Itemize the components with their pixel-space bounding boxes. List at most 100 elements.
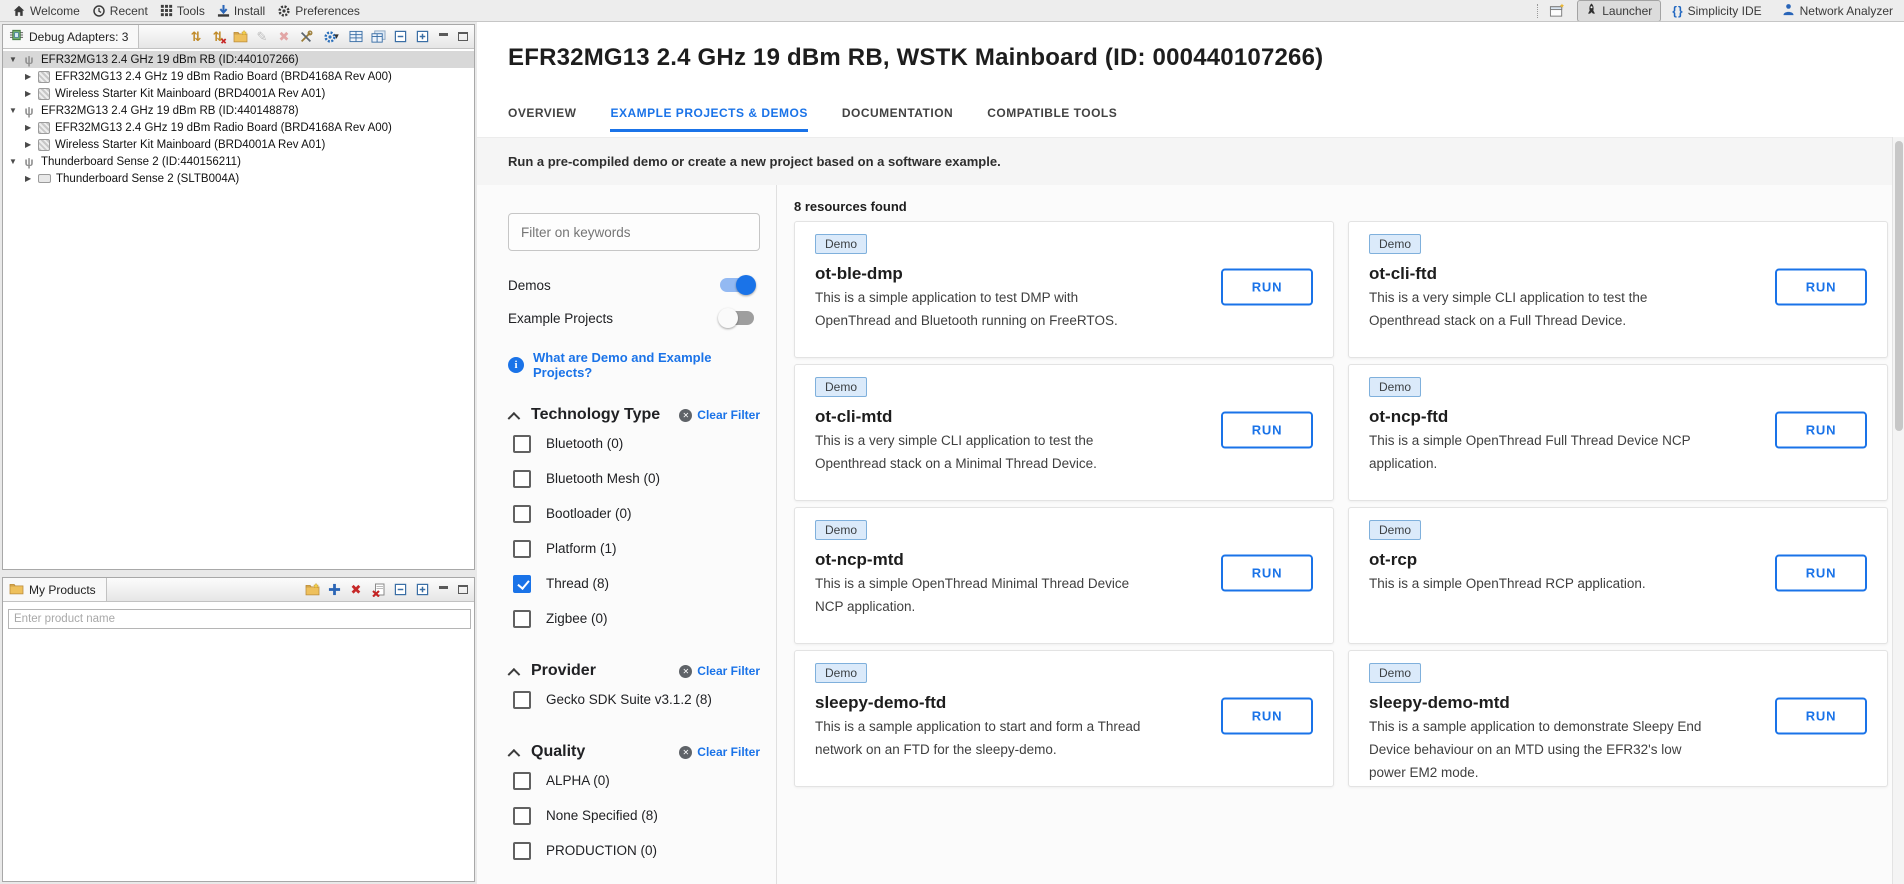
run-button[interactable]: RUN <box>1775 697 1867 734</box>
tree-row[interactable]: ▶ EFR32MG13 2.4 GHz 19 dBm Radio Board (… <box>3 119 474 136</box>
perspective-launcher[interactable]: Launcher <box>1577 0 1661 22</box>
maximize-icon[interactable] <box>456 31 470 43</box>
checkbox[interactable] <box>513 772 531 790</box>
table-copy-icon[interactable] <box>370 29 386 45</box>
new-folder-icon[interactable] <box>304 582 320 598</box>
filter-section: Technology Type ✕ Clear Filter Bluetooth… <box>508 404 760 636</box>
filter-option-row[interactable]: Thread (8) <box>508 566 760 601</box>
run-button[interactable]: RUN <box>1775 554 1867 591</box>
new-group-icon[interactable] <box>232 29 248 45</box>
collapse-all-icon[interactable] <box>392 582 408 598</box>
expander-icon[interactable]: ▼ <box>9 157 22 166</box>
remove-all-products-icon[interactable] <box>370 582 386 598</box>
tree-row[interactable]: ▼ EFR32MG13 2.4 GHz 19 dBm RB (ID:440107… <box>3 51 474 68</box>
tab-documentation[interactable]: DOCUMENTATION <box>842 106 953 132</box>
expander-icon[interactable]: ▶ <box>25 174 38 183</box>
chevron-up-icon[interactable] <box>508 748 521 761</box>
minimize-icon[interactable] <box>436 31 450 43</box>
vertical-scrollbar[interactable] <box>1892 137 1904 884</box>
preferences-button[interactable]: Preferences <box>277 4 360 18</box>
checkbox[interactable] <box>513 691 531 709</box>
chevron-up-icon[interactable] <box>508 411 521 424</box>
filter-option-row[interactable]: PRODUCTION (0) <box>508 833 760 868</box>
tree-row[interactable]: ▼ Thunderboard Sense 2 (ID:440156211) <box>3 153 474 170</box>
chip-icon <box>9 28 24 45</box>
filter-option-row[interactable]: Bluetooth (0) <box>508 426 760 461</box>
chevron-up-icon[interactable] <box>508 667 521 680</box>
device-tools-icon[interactable] <box>298 29 314 45</box>
expander-icon[interactable]: ▼ <box>9 55 22 64</box>
welcome-button[interactable]: Welcome <box>12 4 80 18</box>
welcome-label: Welcome <box>30 4 80 18</box>
perspective-simplicity-ide-label: Simplicity IDE <box>1688 4 1762 18</box>
checkbox[interactable] <box>513 575 531 593</box>
tree-row[interactable]: ▼ EFR32MG13 2.4 GHz 19 dBm RB (ID:440148… <box>3 102 474 119</box>
expander-icon[interactable]: ▶ <box>25 72 38 81</box>
reconnect-adapter-icon[interactable]: ⇅ <box>188 29 204 45</box>
clear-filter-button[interactable]: ✕ Clear Filter <box>679 408 760 422</box>
clear-filter-button[interactable]: ✕ Clear Filter <box>679 664 760 678</box>
scrollbar-thumb[interactable] <box>1895 141 1903 431</box>
filter-option-row[interactable]: Platform (1) <box>508 531 760 566</box>
remove-product-icon[interactable]: ✖ <box>348 582 364 598</box>
run-button[interactable]: RUN <box>1221 697 1313 734</box>
checkbox[interactable] <box>513 435 531 453</box>
checkbox[interactable] <box>513 842 531 860</box>
add-product-icon[interactable] <box>326 582 342 598</box>
demo-info-link[interactable]: What are Demo and Example Projects? <box>533 350 760 380</box>
perspective-network-analyzer[interactable]: Network Analyzer <box>1773 0 1902 22</box>
run-button[interactable]: RUN <box>1221 554 1313 591</box>
filter-option-row[interactable]: Bootloader (0) <box>508 496 760 531</box>
tree-row[interactable]: ▶ Wireless Starter Kit Mainboard (BRD400… <box>3 136 474 153</box>
demo-badge: Demo <box>1369 663 1421 683</box>
expand-all-icon[interactable] <box>414 582 430 598</box>
filter-option-row[interactable]: Bluetooth Mesh (0) <box>508 461 760 496</box>
expander-icon[interactable]: ▶ <box>25 123 38 132</box>
maximize-icon[interactable] <box>456 584 470 596</box>
expand-all-icon[interactable] <box>414 29 430 45</box>
rename-icon[interactable]: ✎ <box>254 29 270 45</box>
minimize-icon[interactable] <box>436 584 450 596</box>
expander-icon[interactable]: ▶ <box>25 89 38 98</box>
filter-option-row[interactable]: Zigbee (0) <box>508 601 760 636</box>
toggle-switch[interactable] <box>720 278 754 292</box>
run-button[interactable]: RUN <box>1775 268 1867 305</box>
debug-adapters-tab[interactable]: Debug Adapters: 3 <box>3 25 139 48</box>
product-search-input[interactable] <box>8 609 471 629</box>
table-view-icon[interactable] <box>348 29 364 45</box>
checkbox[interactable] <box>513 505 531 523</box>
checkbox[interactable] <box>513 540 531 558</box>
keyword-filter-input[interactable] <box>508 213 760 251</box>
checkbox[interactable] <box>513 610 531 628</box>
my-products-tab[interactable]: My Products <box>3 578 107 601</box>
clear-filter-button[interactable]: ✕ Clear Filter <box>679 745 760 759</box>
settings-gear-icon[interactable]: ▾ <box>320 29 342 45</box>
tools-button[interactable]: Tools <box>160 4 205 18</box>
tree-row[interactable]: ▶ Wireless Starter Kit Mainboard (BRD400… <box>3 85 474 102</box>
collapse-all-icon[interactable] <box>392 29 408 45</box>
filter-option-row[interactable]: ALPHA (0) <box>508 763 760 798</box>
toggle-switch[interactable] <box>720 311 754 325</box>
expander-icon[interactable]: ▼ <box>9 106 22 115</box>
checkbox-label: Bootloader (0) <box>546 506 632 521</box>
tab-compatible-tools[interactable]: COMPATIBLE TOOLS <box>987 106 1117 132</box>
tab-overview[interactable]: OVERVIEW <box>508 106 576 132</box>
run-button[interactable]: RUN <box>1775 411 1867 448</box>
expander-icon[interactable]: ▶ <box>25 140 38 149</box>
checkbox[interactable] <box>513 470 531 488</box>
tab-example-projects-demos[interactable]: EXAMPLE PROJECTS & DEMOS <box>610 106 807 132</box>
filter-option-row[interactable]: Gecko SDK Suite v3.1.2 (8) <box>508 682 760 717</box>
delete-adapter-icon[interactable]: ✖ <box>276 29 292 45</box>
install-button[interactable]: Install <box>217 4 265 18</box>
tree-row[interactable]: ▶ Thunderboard Sense 2 (SLTB004A) <box>3 170 474 187</box>
open-perspective-icon[interactable] <box>1545 2 1569 19</box>
demo-card: Demo ot-ble-dmp This is a simple applica… <box>794 221 1334 358</box>
recent-button[interactable]: Recent <box>92 4 148 18</box>
perspective-simplicity-ide[interactable]: { } Simplicity IDE <box>1663 1 1770 21</box>
run-button[interactable]: RUN <box>1221 411 1313 448</box>
disconnect-adapter-icon[interactable]: ⇅✖ <box>210 29 226 45</box>
checkbox[interactable] <box>513 807 531 825</box>
tree-row[interactable]: ▶ EFR32MG13 2.4 GHz 19 dBm Radio Board (… <box>3 68 474 85</box>
run-button[interactable]: RUN <box>1221 268 1313 305</box>
filter-option-row[interactable]: None Specified (8) <box>508 798 760 833</box>
